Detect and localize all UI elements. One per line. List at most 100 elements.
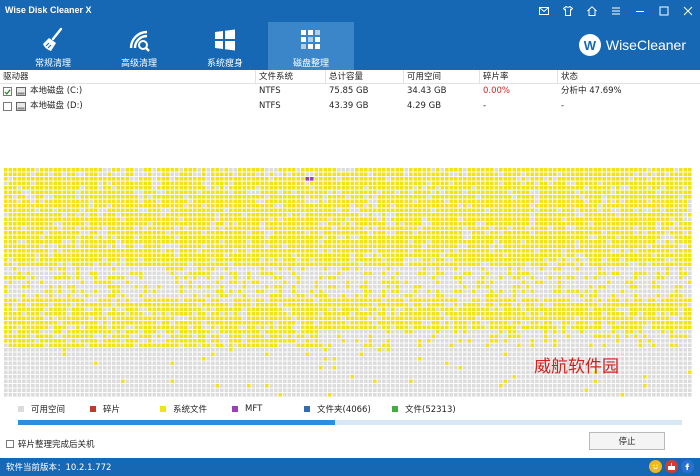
cluster-block — [148, 235, 152, 240]
cluster-block — [80, 244, 85, 249]
tab-common-clean[interactable]: 常规清理 — [10, 22, 96, 70]
cluster-block — [652, 276, 656, 280]
cluster-block — [31, 285, 35, 289]
cluster-block — [503, 244, 508, 249]
cluster-block — [67, 312, 71, 316]
home-button[interactable] — [580, 0, 604, 22]
cluster-block — [463, 190, 467, 195]
cluster-block — [256, 213, 260, 217]
close-button[interactable] — [676, 0, 700, 22]
cluster-block — [166, 271, 170, 276]
cluster-block — [467, 204, 472, 208]
cluster-block — [44, 303, 49, 307]
drive-d-checkbox[interactable] — [3, 102, 12, 111]
col-status[interactable]: 状态 — [558, 70, 700, 83]
cluster-block — [44, 267, 49, 271]
cluster-block — [368, 280, 373, 285]
cluster-block — [386, 195, 391, 199]
cluster-block — [566, 172, 571, 177]
cluster-block — [530, 190, 535, 195]
cluster-block — [499, 199, 503, 204]
tab-system-slim[interactable]: 系统瘦身 — [182, 22, 268, 70]
cluster-block — [148, 303, 152, 307]
cluster-block — [305, 244, 310, 249]
table-row[interactable]: 本地磁盘 (D:) NTFS 43.39 GB 4.29 GB - - — [0, 99, 700, 114]
drive-c-checkbox[interactable] — [3, 87, 12, 96]
cluster-block — [661, 258, 665, 262]
cluster-block — [35, 213, 40, 217]
cluster-block — [287, 303, 292, 307]
cluster-block — [139, 168, 143, 172]
cluster-block — [629, 285, 634, 289]
tab-advanced-clean[interactable]: 高级清理 — [96, 22, 182, 70]
cluster-block — [553, 168, 557, 172]
cluster-block — [220, 190, 224, 195]
cluster-block — [265, 253, 269, 258]
cluster-block — [418, 285, 422, 289]
cluster-block — [26, 258, 31, 262]
cluster-block — [571, 253, 575, 258]
cluster-block — [8, 276, 13, 280]
cluster-block — [670, 244, 674, 249]
cluster-block — [409, 262, 413, 267]
cluster-block — [458, 190, 463, 195]
maximize-button[interactable] — [652, 0, 676, 22]
cluster-block — [134, 258, 139, 262]
cluster-block — [35, 204, 40, 208]
col-total[interactable]: 总计容量 — [326, 70, 404, 83]
cluster-block — [292, 240, 296, 244]
col-frag[interactable]: 碎片率 — [480, 70, 558, 83]
skin-button[interactable] — [556, 0, 580, 22]
cluster-block — [58, 249, 62, 253]
cluster-block — [602, 208, 607, 213]
col-free[interactable]: 可用空间 — [404, 70, 480, 83]
tab-disk-defrag[interactable]: 磁盘整理 — [268, 22, 354, 70]
cluster-block — [292, 235, 296, 240]
cluster-block — [139, 312, 143, 316]
cluster-block — [148, 285, 152, 289]
cluster-block — [337, 262, 341, 267]
cluster-block — [413, 195, 418, 199]
cluster-block — [274, 186, 278, 190]
cluster-block — [98, 298, 103, 303]
menu-button[interactable] — [604, 0, 628, 22]
cluster-block — [548, 222, 553, 226]
cluster-block — [49, 217, 53, 222]
cluster-block — [647, 231, 652, 235]
cluster-block — [310, 276, 314, 280]
cluster-block — [283, 208, 287, 213]
cluster-block — [233, 231, 238, 235]
mail-button[interactable] — [532, 0, 556, 22]
cluster-block — [445, 177, 449, 181]
drive-name: 本地磁盘 (C:) — [30, 86, 83, 96]
cluster-block — [634, 231, 638, 235]
cluster-block — [22, 294, 26, 298]
cluster-block — [157, 235, 161, 240]
col-drive[interactable]: 驱动器 — [0, 70, 256, 83]
cluster-block — [8, 195, 13, 199]
minimize-button[interactable] — [628, 0, 652, 22]
cluster-block — [346, 249, 350, 253]
cluster-block — [134, 289, 139, 294]
cluster-block — [368, 226, 373, 231]
cluster-block — [80, 195, 85, 199]
broom-icon — [43, 27, 63, 51]
cluster-block — [422, 213, 427, 217]
cluster-block — [530, 168, 535, 172]
cluster-block — [80, 231, 85, 235]
col-filesystem[interactable]: 文件系统 — [256, 70, 326, 83]
cluster-block — [355, 172, 359, 177]
cluster-block — [206, 213, 211, 217]
cluster-block — [413, 249, 418, 253]
cluster-block — [431, 217, 436, 222]
cluster-block — [238, 289, 242, 294]
cluster-block — [364, 244, 368, 249]
cluster-block — [89, 217, 94, 222]
cluster-block — [526, 235, 530, 240]
cluster-block — [103, 312, 107, 316]
cluster-block — [589, 181, 593, 186]
cluster-block — [350, 253, 355, 258]
cluster-block — [103, 307, 107, 312]
cluster-block — [611, 249, 616, 253]
table-row[interactable]: 本地磁盘 (C:) NTFS 75.85 GB 34.43 GB 0.00% 分… — [0, 84, 700, 99]
